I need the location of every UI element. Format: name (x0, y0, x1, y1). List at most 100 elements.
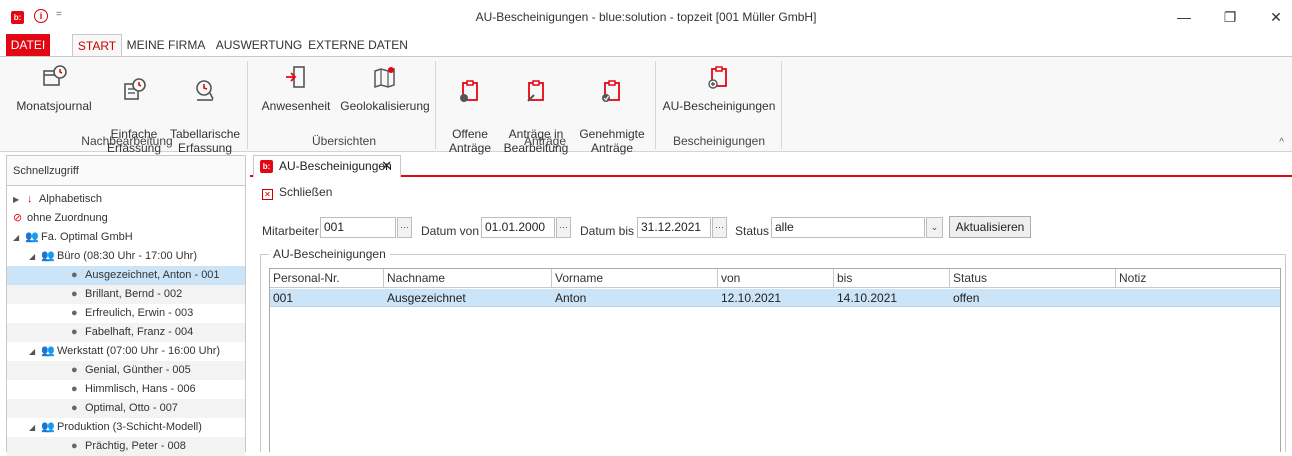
tree-item-employee[interactable]: ● Brillant, Bernd - 002 (7, 285, 245, 304)
monatsjournal-button[interactable]: Monatsjournal (14, 61, 94, 113)
tree-item-employee[interactable]: ● Erfreulich, Erwin - 003 (7, 304, 245, 323)
person-icon: ● (71, 307, 78, 319)
datum-von-picker-button[interactable]: ··· (556, 217, 571, 238)
ribbon-separator (781, 61, 782, 149)
map-pin-icon (374, 67, 395, 89)
calendar-clock-icon (43, 65, 67, 86)
tree-item-label: Ausgezeichnet, Anton - 001 (85, 269, 220, 281)
datum-bis-label: Datum bis (580, 224, 635, 238)
cell-personal-nr: 001 (273, 291, 294, 305)
status-select[interactable]: alle (771, 217, 925, 238)
schliessen-label: Schließen (279, 185, 333, 199)
close-tab-icon[interactable]: ✕ (381, 156, 392, 176)
column-header-vorname[interactable]: Vorname (552, 269, 718, 288)
tree-item-werkstatt[interactable]: ◢ 👥 Werkstatt (07:00 Uhr - 16:00 Uhr) (7, 342, 245, 361)
aktualisieren-button[interactable]: Aktualisieren (949, 216, 1031, 238)
clock-pen-icon (196, 80, 214, 101)
datum-bis-picker-button[interactable]: ··· (712, 217, 727, 238)
tab-meine-firma[interactable]: MEINE FIRMA (124, 34, 208, 56)
person-icon: ● (71, 288, 78, 300)
tree-item-employee[interactable]: ● Ausgezeichnet, Anton - 001 (7, 266, 245, 285)
collapse-arrow-icon[interactable]: ◢ (29, 342, 35, 361)
person-icon: ● (71, 364, 78, 376)
schliessen-button[interactable]: ✕ Schließen (262, 184, 332, 200)
clipboard-check-icon (602, 80, 620, 102)
tree-item-employee[interactable]: ● Optimal, Otto - 007 (7, 399, 245, 418)
group-label-nachbearbeitung: Nachbearbeitung (81, 134, 173, 148)
table-row[interactable]: 001 Ausgezeichnet Anton 12.10.2021 14.10… (270, 289, 1280, 307)
title-bar: b: i = AU-Bescheinigungen - blue:solutio… (0, 0, 1292, 34)
clipboard-plus-icon (708, 66, 727, 89)
ribbon-tabs: DATEI START MEINE FIRMA AUSWERTUNG EXTER… (0, 34, 1292, 57)
column-header-nachname[interactable]: Nachname (384, 269, 552, 288)
cell-von: 12.10.2021 (721, 291, 782, 305)
ribbon-separator (435, 61, 436, 149)
person-icon: ● (71, 326, 78, 338)
list-clock-icon (124, 78, 146, 100)
tree-item-label: Fa. Optimal GmbH (41, 231, 133, 243)
chevron-down-icon[interactable]: ⌄ (926, 217, 943, 238)
column-header-status[interactable]: Status (950, 269, 1116, 288)
geolokalisierung-button[interactable]: Geolokalisierung (340, 61, 430, 113)
tree-item-label: ohne Zuordnung (27, 212, 108, 224)
monatsjournal-label: Monatsjournal (16, 99, 92, 113)
tree-item-alphabetisch[interactable]: ▶ ↓ Alphabetisch (7, 190, 245, 209)
doc-tab-au-bescheinigungen[interactable]: b: AU-Bescheinigungen ✕ (253, 155, 401, 177)
document-tabs: b: AU-Bescheinigungen ✕ (250, 155, 1292, 177)
tab-start[interactable]: START (72, 34, 122, 57)
tab-auswertung[interactable]: AUSWERTUNG (214, 34, 304, 56)
expand-arrow-icon[interactable]: ▶ (13, 190, 19, 209)
collapse-ribbon-icon[interactable]: ^ (1279, 137, 1284, 148)
cell-nachname: Ausgezeichnet (387, 291, 466, 305)
anwesenheit-button[interactable]: Anwesenheit (258, 61, 334, 113)
window-title: AU-Bescheinigungen - blue:solution - top… (475, 10, 817, 24)
tree-item-label: Erfreulich, Erwin - 003 (85, 307, 194, 319)
group-icon: 👥 (25, 231, 39, 243)
geolokalisierung-label: Geolokalisierung (340, 99, 430, 113)
tree-item-produktion[interactable]: ◢ 👥 Produktion (3-Schicht-Modell) (7, 418, 245, 437)
tree-item-buero[interactable]: ◢ 👥 Büro (08:30 Uhr - 17:00 Uhr) (7, 247, 245, 266)
tree-item-employee[interactable]: ● Genial, Günther - 005 (7, 361, 245, 380)
column-header-bis[interactable]: bis (834, 269, 950, 288)
cell-notiz (1116, 289, 1119, 307)
datum-bis-input[interactable]: 31.12.2021 (637, 217, 711, 238)
close-icon: ✕ (262, 189, 273, 200)
tree-item-employee[interactable]: ● Prächtig, Peter - 008 (7, 437, 245, 456)
ribbon: Monatsjournal Einfache Erfassung Tabella… (0, 56, 1292, 155)
column-header-von[interactable]: von (718, 269, 834, 288)
au-bescheinigungen-button[interactable]: AU-Bescheinigungen (662, 61, 776, 113)
person-icon: ● (71, 383, 78, 395)
ribbon-separator (247, 61, 248, 149)
collapse-arrow-icon[interactable]: ◢ (13, 228, 19, 247)
tab-datei[interactable]: DATEI (6, 34, 50, 56)
datum-von-input[interactable]: 01.01.2000 (481, 217, 555, 238)
tree-item-label: Büro (08:30 Uhr - 17:00 Uhr) (57, 250, 198, 262)
quick-access-header: Schnellzugriff (7, 156, 245, 186)
au-bescheinigungen-table: Personal-Nr. Nachname Vorname von bis St… (269, 268, 1281, 452)
collapse-arrow-icon[interactable]: ◢ (29, 247, 35, 266)
tab-externe-daten[interactable]: EXTERNE DATEN (308, 34, 408, 56)
close-window-button[interactable]: ✕ (1264, 6, 1288, 28)
collapse-arrow-icon[interactable]: ◢ (29, 418, 35, 437)
tree-item-fa-optimal[interactable]: ◢ 👥 Fa. Optimal GmbH (7, 228, 245, 247)
restore-button[interactable]: ❐ (1218, 6, 1242, 28)
tree-item-employee[interactable]: ● Fabelhaft, Franz - 004 (7, 323, 245, 342)
tree-item-employee[interactable]: ● Himmlisch, Hans - 006 (7, 380, 245, 399)
status-label: Status (735, 224, 770, 238)
door-enter-icon (286, 66, 305, 88)
group-label-uebersichten: Übersichten (311, 134, 377, 148)
group-label-antraege: Anträge (523, 134, 567, 148)
mitarbeiter-picker-button[interactable]: ··· (397, 217, 412, 238)
tree-item-label: Werkstatt (07:00 Uhr - 16:00 Uhr) (57, 345, 221, 357)
tree-item-label: Himmlisch, Hans - 006 (85, 383, 196, 395)
column-header-personal-nr[interactable]: Personal-Nr. (270, 269, 384, 288)
au-bescheinigungen-label: AU-Bescheinigungen (662, 99, 776, 113)
minimize-button[interactable]: — (1172, 6, 1196, 28)
tree-item-ohne-zuordnung[interactable]: ⊘ ohne Zuordnung (7, 209, 245, 228)
column-header-notiz[interactable]: Notiz (1116, 269, 1280, 288)
no-assignment-icon: ⊘ (13, 212, 23, 224)
quick-access-panel: Schnellzugriff ▶ ↓ Alphabetisch ⊘ ohne Z… (6, 155, 246, 456)
clipboard-edit-icon (527, 80, 544, 102)
tree-item-label: Fabelhaft, Franz - 004 (85, 326, 194, 338)
mitarbeiter-input[interactable]: 001 (320, 217, 396, 238)
